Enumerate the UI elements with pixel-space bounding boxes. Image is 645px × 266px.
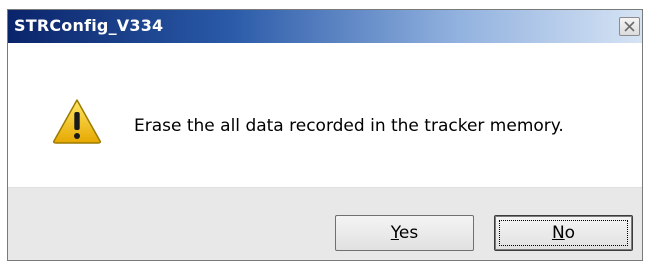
no-button-label: No [552, 223, 575, 243]
yes-accelerator: Y [390, 223, 399, 243]
no-label-rest: o [564, 223, 576, 243]
yes-button[interactable]: Yes [335, 215, 474, 251]
close-icon [624, 21, 635, 32]
warning-icon [53, 99, 101, 144]
title-bar[interactable]: STRConfig_V334 [8, 10, 642, 43]
button-bar: Yes No [8, 187, 642, 260]
window-title: STRConfig_V334 [14, 16, 164, 35]
message-text: Erase the all data recorded in the track… [134, 116, 564, 136]
dialog-content: Erase the all data recorded in the track… [8, 43, 642, 187]
no-button[interactable]: No [494, 215, 633, 251]
yes-label-rest: es [398, 223, 419, 243]
yes-button-label: Yes [391, 223, 418, 243]
close-button[interactable] [619, 17, 640, 36]
no-accelerator: N [551, 223, 565, 243]
message-dialog: STRConfig_V334 Erase the all data record… [7, 9, 643, 261]
